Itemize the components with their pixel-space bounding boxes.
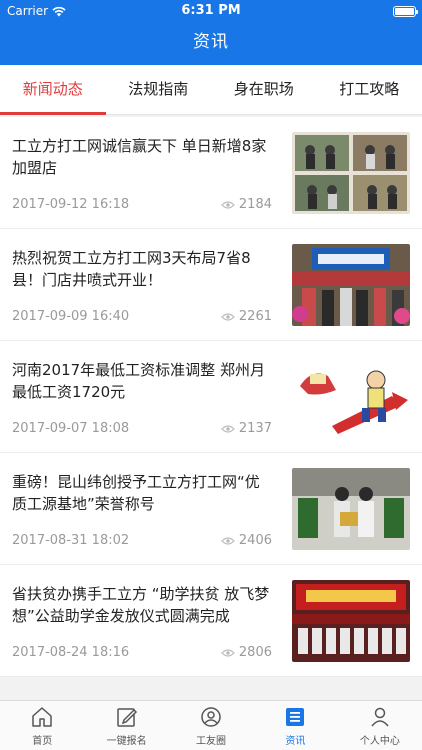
view-count: 2406 — [221, 533, 272, 548]
article-date: 2017-08-31 18:02 — [12, 533, 130, 548]
tab-work-tips[interactable]: 打工攻略 — [317, 65, 422, 114]
eye-icon — [221, 424, 235, 433]
bottom-tab-bar: 首页 一键报名 工友圈 资讯 个人中心 — [0, 700, 422, 750]
article-date: 2017-09-12 16:18 — [12, 197, 130, 212]
article-date: 2017-09-09 16:40 — [12, 309, 130, 324]
view-count-value: 2184 — [238, 197, 272, 212]
article-thumbnail — [292, 356, 410, 438]
eye-icon — [221, 200, 235, 209]
article-thumbnail — [292, 132, 410, 214]
article-title: 省扶贫办携手工立方 “助学扶贫 放飞梦想”公益助学金发放仪式圆满完成 — [12, 585, 270, 625]
list-item[interactable]: 工立方打工网诚信赢天下 单日新增8家加盟店 2017-09-12 16:18 2… — [0, 117, 422, 229]
eye-icon — [221, 536, 235, 545]
view-count-value: 2406 — [238, 533, 272, 548]
view-count: 2806 — [221, 645, 272, 660]
tabbar-news[interactable]: 资讯 — [253, 701, 337, 750]
category-tabs: 新闻动态 法规指南 身在职场 打工攻略 — [0, 65, 422, 115]
tabbar-profile[interactable]: 个人中心 — [338, 701, 422, 750]
view-count-value: 2261 — [238, 309, 272, 324]
status-bar: Carrier 6:31 PM — [0, 0, 422, 22]
tabbar-label: 工友圈 — [196, 735, 227, 747]
article-list: 工立方打工网诚信赢天下 单日新增8家加盟店 2017-09-12 16:18 2… — [0, 117, 422, 700]
tabbar-home[interactable]: 首页 — [0, 701, 84, 750]
person-icon — [371, 707, 389, 726]
list-item[interactable]: 热烈祝贺工立方打工网3天布局7省8县！门店井喷式开业！ 2017-09-09 1… — [0, 229, 422, 341]
tabbar-label: 资讯 — [285, 735, 306, 747]
eye-icon — [221, 648, 235, 657]
article-date: 2017-09-07 18:08 — [12, 421, 130, 436]
tab-news[interactable]: 新闻动态 — [0, 65, 106, 115]
wifi-icon — [52, 6, 66, 16]
tabbar-label: 一键报名 — [106, 735, 147, 747]
article-date: 2017-08-24 18:16 — [12, 645, 130, 660]
article-thumbnail — [292, 244, 410, 326]
carrier-label: Carrier — [7, 4, 49, 18]
article-title: 河南2017年最低工资标准调整 郑州月最低工资1720元 — [12, 361, 265, 401]
list-item[interactable]: 省扶贫办携手工立方 “助学扶贫 放飞梦想”公益助学金发放仪式圆满完成 2017-… — [0, 565, 422, 677]
article-thumbnail — [292, 468, 410, 550]
article-title: 工立方打工网诚信赢天下 单日新增8家加盟店 — [12, 137, 267, 177]
news-icon — [286, 707, 305, 726]
tabbar-label: 个人中心 — [359, 735, 400, 747]
list-item[interactable]: 重磅！昆山纬创授予工立方打工网“优质工源基地”荣誉称号 2017-08-31 1… — [0, 453, 422, 565]
view-count-value: 2137 — [238, 421, 272, 436]
view-count: 2137 — [221, 421, 272, 436]
eye-icon — [221, 312, 235, 321]
tab-regulations[interactable]: 法规指南 — [106, 65, 212, 114]
view-count: 2261 — [221, 309, 272, 324]
edit-icon — [116, 707, 137, 727]
article-thumbnail — [292, 580, 410, 662]
page-title: 资讯 — [193, 32, 229, 52]
tabbar-community[interactable]: 工友圈 — [169, 701, 253, 750]
view-count: 2184 — [221, 197, 272, 212]
list-item[interactable]: 河南2017年最低工资标准调整 郑州月最低工资1720元 2017-09-07 … — [0, 341, 422, 453]
article-title: 重磅！昆山纬创授予工立方打工网“优质工源基地”荣誉称号 — [12, 473, 260, 513]
tab-workplace[interactable]: 身在职场 — [211, 65, 317, 114]
view-count-value: 2806 — [238, 645, 272, 660]
home-icon — [32, 706, 52, 727]
battery-icon — [393, 5, 418, 17]
article-title: 热烈祝贺工立方打工网3天布局7省8县！门店井喷式开业！ — [12, 249, 251, 289]
community-icon — [201, 706, 221, 727]
tabbar-quick-signup[interactable]: 一键报名 — [84, 701, 168, 750]
tabbar-label: 首页 — [32, 735, 53, 747]
header: Carrier 6:31 PM 资讯 — [0, 0, 422, 65]
